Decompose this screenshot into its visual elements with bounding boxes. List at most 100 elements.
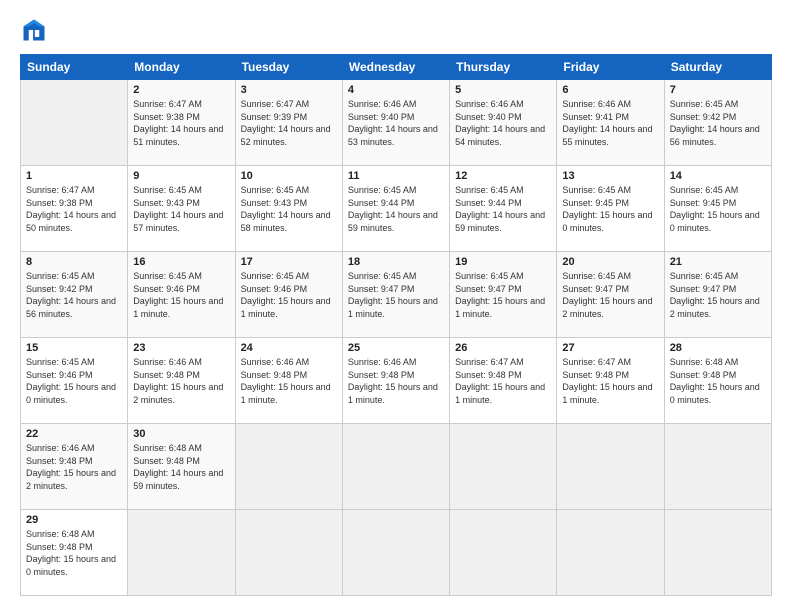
calendar-cell: 13 Sunrise: 6:45 AM Sunset: 9:45 PM Dayli…	[557, 166, 664, 252]
day-info: Sunrise: 6:46 AM Sunset: 9:48 PM Dayligh…	[26, 442, 122, 492]
day-info: Sunrise: 6:48 AM Sunset: 9:48 PM Dayligh…	[670, 356, 766, 406]
col-header-tuesday: Tuesday	[235, 55, 342, 80]
day-number: 6	[562, 84, 658, 96]
day-number: 27	[562, 342, 658, 354]
calendar-cell: 28 Sunrise: 6:48 AM Sunset: 9:48 PM Dayli…	[664, 338, 771, 424]
col-header-thursday: Thursday	[450, 55, 557, 80]
calendar-cell: 19 Sunrise: 6:45 AM Sunset: 9:47 PM Dayli…	[450, 252, 557, 338]
calendar-week-3: 15 Sunrise: 6:45 AM Sunset: 9:46 PM Dayli…	[21, 338, 772, 424]
calendar-cell	[664, 424, 771, 510]
day-number: 28	[670, 342, 766, 354]
calendar-cell	[235, 424, 342, 510]
calendar-cell: 5 Sunrise: 6:46 AM Sunset: 9:40 PM Daylig…	[450, 80, 557, 166]
calendar-cell: 10 Sunrise: 6:45 AM Sunset: 9:43 PM Dayli…	[235, 166, 342, 252]
day-number: 14	[670, 170, 766, 182]
calendar-cell: 29 Sunrise: 6:48 AM Sunset: 9:48 PM Dayli…	[21, 510, 128, 596]
day-info: Sunrise: 6:45 AM Sunset: 9:46 PM Dayligh…	[26, 356, 122, 406]
calendar-cell: 7 Sunrise: 6:45 AM Sunset: 9:42 PM Daylig…	[664, 80, 771, 166]
calendar-cell: 8Sunrise: 6:45 AM Sunset: 9:42 PM Daylig…	[21, 252, 128, 338]
calendar-cell	[235, 510, 342, 596]
calendar-cell: 25Sunrise: 6:46 AM Sunset: 9:48 PM Dayli…	[342, 338, 449, 424]
col-header-sunday: Sunday	[21, 55, 128, 80]
calendar-week-2: 8Sunrise: 6:45 AM Sunset: 9:42 PM Daylig…	[21, 252, 772, 338]
calendar-header-row: SundayMondayTuesdayWednesdayThursdayFrid…	[21, 55, 772, 80]
calendar-cell	[128, 510, 235, 596]
calendar-cell: 22 Sunrise: 6:46 AM Sunset: 9:48 PM Dayli…	[21, 424, 128, 510]
calendar-cell: 14 Sunrise: 6:45 AM Sunset: 9:45 PM Dayli…	[664, 166, 771, 252]
day-info: Sunrise: 6:47 AM Sunset: 9:38 PM Dayligh…	[26, 184, 122, 234]
day-number: 12	[455, 170, 551, 182]
day-info: Sunrise: 6:45 AM Sunset: 9:43 PM Dayligh…	[241, 184, 337, 234]
calendar-cell	[342, 510, 449, 596]
day-number: 16	[133, 256, 229, 268]
day-number: 10	[241, 170, 337, 182]
logo	[20, 16, 52, 44]
calendar-cell: 16Sunrise: 6:45 AM Sunset: 9:46 PM Dayli…	[128, 252, 235, 338]
day-info: Sunrise: 6:45 AM Sunset: 9:47 PM Dayligh…	[562, 270, 658, 320]
calendar-week-1: 1 Sunrise: 6:47 AM Sunset: 9:38 PM Daylig…	[21, 166, 772, 252]
calendar-cell: 4Sunrise: 6:46 AM Sunset: 9:40 PM Daylig…	[342, 80, 449, 166]
day-info: Sunrise: 6:45 AM Sunset: 9:44 PM Dayligh…	[348, 184, 444, 234]
day-number: 29	[26, 514, 122, 526]
calendar-cell	[664, 510, 771, 596]
day-number: 5	[455, 84, 551, 96]
calendar-cell: 3 Sunrise: 6:47 AM Sunset: 9:39 PM Daylig…	[235, 80, 342, 166]
header	[20, 16, 772, 44]
day-info: Sunrise: 6:46 AM Sunset: 9:48 PM Dayligh…	[133, 356, 229, 406]
page: SundayMondayTuesdayWednesdayThursdayFrid…	[0, 0, 792, 612]
day-number: 7	[670, 84, 766, 96]
day-number: 23	[133, 342, 229, 354]
day-number: 17	[241, 256, 337, 268]
day-number: 15	[26, 342, 122, 354]
calendar-cell: 23 Sunrise: 6:46 AM Sunset: 9:48 PM Dayli…	[128, 338, 235, 424]
day-number: 26	[455, 342, 551, 354]
day-info: Sunrise: 6:45 AM Sunset: 9:47 PM Dayligh…	[670, 270, 766, 320]
day-number: 22	[26, 428, 122, 440]
calendar-cell: 20Sunrise: 6:45 AM Sunset: 9:47 PM Dayli…	[557, 252, 664, 338]
calendar-cell: 26Sunrise: 6:47 AM Sunset: 9:48 PM Dayli…	[450, 338, 557, 424]
calendar-cell: 9Sunrise: 6:45 AM Sunset: 9:43 PM Daylig…	[128, 166, 235, 252]
calendar-cell: 30 Sunrise: 6:48 AM Sunset: 9:48 PM Dayli…	[128, 424, 235, 510]
day-info: Sunrise: 6:45 AM Sunset: 9:45 PM Dayligh…	[562, 184, 658, 234]
day-info: Sunrise: 6:46 AM Sunset: 9:40 PM Dayligh…	[348, 98, 444, 148]
calendar-cell: 6 Sunrise: 6:46 AM Sunset: 9:41 PM Daylig…	[557, 80, 664, 166]
calendar-cell	[557, 510, 664, 596]
calendar-cell: 1 Sunrise: 6:47 AM Sunset: 9:38 PM Daylig…	[21, 166, 128, 252]
day-info: Sunrise: 6:45 AM Sunset: 9:47 PM Dayligh…	[455, 270, 551, 320]
day-info: Sunrise: 6:46 AM Sunset: 9:48 PM Dayligh…	[348, 356, 444, 406]
day-info: Sunrise: 6:45 AM Sunset: 9:42 PM Dayligh…	[670, 98, 766, 148]
day-info: Sunrise: 6:47 AM Sunset: 9:39 PM Dayligh…	[241, 98, 337, 148]
calendar-week-0: 2Sunrise: 6:47 AM Sunset: 9:38 PM Daylig…	[21, 80, 772, 166]
calendar-cell	[450, 510, 557, 596]
day-info: Sunrise: 6:47 AM Sunset: 9:38 PM Dayligh…	[133, 98, 229, 148]
day-info: Sunrise: 6:45 AM Sunset: 9:45 PM Dayligh…	[670, 184, 766, 234]
calendar-cell: 24 Sunrise: 6:46 AM Sunset: 9:48 PM Dayli…	[235, 338, 342, 424]
day-info: Sunrise: 6:45 AM Sunset: 9:44 PM Dayligh…	[455, 184, 551, 234]
calendar-cell	[450, 424, 557, 510]
day-number: 13	[562, 170, 658, 182]
day-number: 21	[670, 256, 766, 268]
day-info: Sunrise: 6:46 AM Sunset: 9:40 PM Dayligh…	[455, 98, 551, 148]
day-number: 3	[241, 84, 337, 96]
day-number: 19	[455, 256, 551, 268]
day-info: Sunrise: 6:46 AM Sunset: 9:41 PM Dayligh…	[562, 98, 658, 148]
calendar-cell: 27 Sunrise: 6:47 AM Sunset: 9:48 PM Dayli…	[557, 338, 664, 424]
day-info: Sunrise: 6:45 AM Sunset: 9:42 PM Dayligh…	[26, 270, 122, 320]
day-info: Sunrise: 6:45 AM Sunset: 9:46 PM Dayligh…	[241, 270, 337, 320]
calendar-cell: 15 Sunrise: 6:45 AM Sunset: 9:46 PM Dayli…	[21, 338, 128, 424]
col-header-saturday: Saturday	[664, 55, 771, 80]
calendar-cell	[557, 424, 664, 510]
day-info: Sunrise: 6:46 AM Sunset: 9:48 PM Dayligh…	[241, 356, 337, 406]
day-info: Sunrise: 6:45 AM Sunset: 9:47 PM Dayligh…	[348, 270, 444, 320]
day-info: Sunrise: 6:48 AM Sunset: 9:48 PM Dayligh…	[133, 442, 229, 492]
calendar-cell	[21, 80, 128, 166]
day-number: 1	[26, 170, 122, 182]
day-info: Sunrise: 6:48 AM Sunset: 9:48 PM Dayligh…	[26, 528, 122, 578]
day-number: 30	[133, 428, 229, 440]
day-info: Sunrise: 6:47 AM Sunset: 9:48 PM Dayligh…	[562, 356, 658, 406]
calendar-cell: 17 Sunrise: 6:45 AM Sunset: 9:46 PM Dayli…	[235, 252, 342, 338]
calendar-week-4: 22 Sunrise: 6:46 AM Sunset: 9:48 PM Dayli…	[21, 424, 772, 510]
calendar-cell: 11 Sunrise: 6:45 AM Sunset: 9:44 PM Dayli…	[342, 166, 449, 252]
day-number: 24	[241, 342, 337, 354]
day-number: 11	[348, 170, 444, 182]
